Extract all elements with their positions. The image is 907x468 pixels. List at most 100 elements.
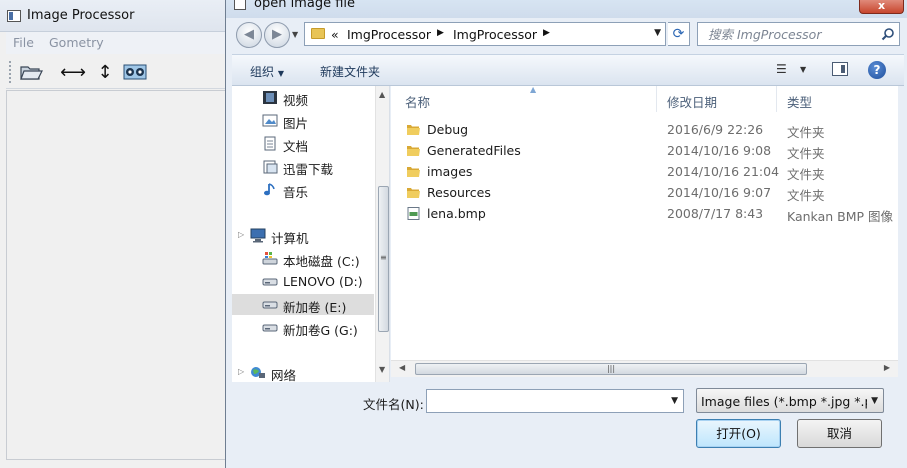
folder-icon — [407, 125, 420, 135]
chevron-down-icon[interactable]: ▼ — [671, 396, 678, 406]
file-row-resources[interactable]: Resources 2014/10/16 9:07 文件夹 — [391, 182, 898, 203]
breadcrumb-imgprocessor[interactable]: ImgProcessor — [453, 27, 537, 42]
menu-file[interactable]: File — [13, 35, 34, 50]
bmp-file-icon — [407, 207, 420, 220]
nav-item-pictures[interactable]: 图片 — [232, 110, 374, 131]
chevron-down-icon: ▼ — [277, 69, 284, 78]
nav-label: 网络 — [271, 368, 297, 382]
address-bar[interactable]: « ImgProcessor ▶ ImgProcessor ▶ ▼ — [304, 22, 666, 46]
nav-label: 音乐 — [283, 185, 309, 200]
expand-arrow-icon[interactable]: ▷ — [238, 367, 244, 376]
close-button[interactable]: x — [859, 0, 904, 14]
open-folder-icon[interactable] — [18, 60, 44, 84]
column-header-type[interactable]: 类型 — [777, 86, 898, 112]
column-header-name[interactable]: 名称 ▲ — [391, 86, 657, 112]
app-window-icon — [7, 10, 21, 22]
file-date: 2016/6/9 22:26 — [667, 122, 764, 137]
cancel-button[interactable]: 取消 — [797, 419, 882, 448]
vertical-resize-icon[interactable]: ↕ — [92, 60, 118, 84]
nav-item-drive-d[interactable]: LENOVO (D:) — [232, 271, 374, 292]
computer-icon — [250, 228, 266, 243]
nav-item-drive-c[interactable]: 本地磁盘 (C:) — [232, 248, 374, 269]
scroll-grip-icon: ≡ — [380, 253, 387, 262]
nav-item-downloads[interactable]: 迅雷下载 — [232, 156, 374, 177]
expand-arrow-icon[interactable]: ▷ — [238, 230, 244, 239]
preview-pane-icon[interactable] — [832, 62, 848, 76]
background-window-title: Image Processor — [27, 8, 135, 23]
image-processor-window: Image Processor File Gometry ⟷ ↕ — [0, 0, 232, 468]
breadcrumb-chevron-icon[interactable]: ▶ — [437, 28, 444, 38]
nav-item-video[interactable]: 视频 — [232, 87, 374, 108]
nav-item-network[interactable]: ▷ 网络 — [232, 362, 374, 382]
file-list-horizontal-scrollbar[interactable]: ◀ ||| ▶ — [391, 360, 898, 377]
nav-label: 本地磁盘 (C:) — [283, 254, 360, 269]
search-icon[interactable] — [881, 27, 895, 41]
file-date: 2014/10/16 9:08 — [667, 143, 772, 158]
column-header-date[interactable]: 修改日期 — [657, 86, 777, 112]
filter-selected-value: Image files (*.bmp *.jpg *.pbm — [701, 394, 867, 409]
column-name-label: 名称 — [405, 95, 431, 110]
new-folder-button[interactable]: 新建文件夹 — [320, 63, 380, 80]
file-type-filter-select[interactable]: Image files (*.bmp *.jpg *.pbm ▼ — [696, 388, 884, 413]
forward-arrow-icon[interactable]: ▶ — [264, 22, 290, 48]
search-box[interactable] — [697, 22, 900, 46]
scroll-right-icon[interactable]: ▶ — [884, 363, 890, 372]
nav-item-drive-e[interactable]: 新加卷 (E:) — [232, 294, 374, 315]
dialog-titlebar[interactable]: open image file x — [226, 0, 907, 18]
file-row-generatedfiles[interactable]: GeneratedFiles 2014/10/16 9:08 文件夹 — [391, 140, 898, 161]
organize-label: 组织 — [250, 65, 275, 79]
open-button[interactable]: 打开(O) — [696, 419, 781, 448]
address-dropdown-icon[interactable]: ▼ — [654, 28, 661, 38]
nav-label: 图片 — [283, 116, 309, 131]
nav-item-music[interactable]: 音乐 — [232, 179, 374, 200]
history-dropdown-icon[interactable]: ▼ — [292, 30, 298, 39]
toolbar-grip[interactable] — [9, 61, 13, 83]
help-icon[interactable]: ? — [868, 61, 886, 79]
scroll-left-icon[interactable]: ◀ — [399, 363, 405, 372]
nav-item-documents[interactable]: 文档 — [232, 133, 374, 154]
scroll-down-icon[interactable]: ▼ — [379, 365, 385, 374]
file-date: 2014/10/16 21:04 — [667, 164, 780, 179]
file-date: 2008/7/17 8:43 — [667, 206, 764, 221]
file-type: Kankan BMP 图像 — [787, 209, 894, 224]
system-drive-icon — [262, 252, 278, 265]
file-row-images[interactable]: images 2014/10/16 21:04 文件夹 — [391, 161, 898, 182]
folder-icon — [311, 28, 325, 39]
file-name: GeneratedFiles — [427, 143, 521, 158]
pictures-icon — [262, 114, 278, 127]
chevron-down-icon: ▼ — [800, 65, 807, 74]
menu-gometry[interactable]: Gometry — [49, 35, 104, 50]
breadcrumb-chevron-icon[interactable]: ▶ — [543, 28, 550, 38]
background-titlebar: Image Processor — [0, 0, 232, 32]
filename-combobox[interactable]: ▼ — [426, 389, 684, 413]
back-arrow-icon[interactable]: ◀ — [236, 22, 262, 48]
nav-item-computer[interactable]: ▷ 计算机 — [232, 225, 374, 246]
scroll-up-icon[interactable]: ▲ — [379, 90, 385, 99]
breadcrumb-overflow[interactable]: « — [331, 27, 339, 42]
scroll-thumb[interactable]: ≡ — [378, 186, 389, 332]
background-menubar: File Gometry — [6, 32, 232, 54]
nav-label: 文档 — [283, 139, 309, 154]
file-row-debug[interactable]: Debug 2016/6/9 22:26 文件夹 — [391, 119, 898, 140]
image-compare-icon[interactable] — [122, 60, 148, 84]
refresh-icon[interactable]: ⟳ — [668, 22, 690, 46]
video-icon — [263, 91, 277, 104]
nav-label: 计算机 — [271, 231, 309, 246]
details-view-icon: ☰ — [776, 62, 787, 76]
breadcrumb-imgprocessor-parent[interactable]: ImgProcessor — [347, 27, 431, 42]
nav-vertical-scrollbar[interactable]: ▲ ≡ ▼ — [375, 86, 389, 382]
change-view-button[interactable]: ☰ ▼ — [776, 61, 814, 81]
nav-label: 视频 — [283, 93, 309, 108]
music-icon — [264, 183, 275, 196]
file-row-lena-bmp[interactable]: lena.bmp 2008/7/17 8:43 Kankan BMP 图像 — [391, 203, 898, 224]
filename-input[interactable] — [427, 390, 663, 412]
horizontal-resize-icon[interactable]: ⟷ — [60, 60, 86, 84]
scroll-thumb[interactable]: ||| — [415, 363, 807, 375]
search-input[interactable] — [698, 23, 878, 45]
file-date: 2014/10/16 9:07 — [667, 185, 772, 200]
nav-label: 新加卷 (E:) — [283, 300, 347, 315]
file-name: lena.bmp — [427, 206, 486, 221]
nav-item-drive-g[interactable]: 新加卷G (G:) — [232, 317, 374, 338]
folder-icon — [407, 167, 420, 177]
organize-button[interactable]: 组织 ▼ — [250, 63, 284, 80]
